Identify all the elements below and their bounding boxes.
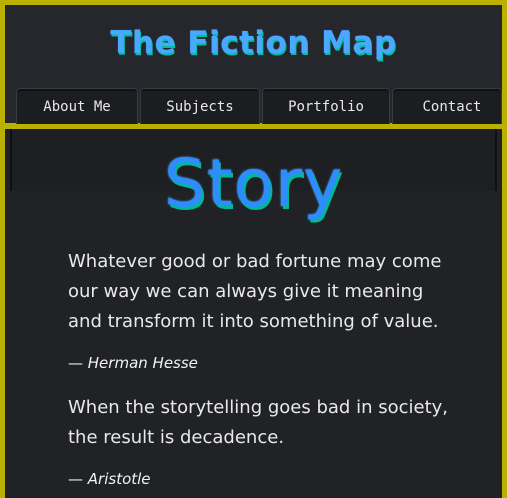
- quote-author: Herman Hesse: [87, 354, 198, 372]
- quote-text: When the storytelling goes bad in societ…: [68, 397, 449, 448]
- nav-contact-button[interactable]: Contact: [392, 88, 502, 126]
- nav-portfolio-button[interactable]: Portfolio: [262, 88, 390, 126]
- site-header: The Fiction Map About Me Subjects Portfo…: [0, 0, 507, 128]
- nav-subjects-button[interactable]: Subjects: [140, 88, 260, 126]
- page-heading: Story: [163, 145, 344, 222]
- nav-about-me-button[interactable]: About Me: [16, 88, 138, 126]
- site-title: The Fiction Map: [110, 25, 397, 61]
- quote-attribution: — Aristotle: [68, 470, 151, 488]
- quote-dash: —: [68, 354, 83, 372]
- quote-dash: —: [68, 470, 83, 488]
- quote-author: Aristotle: [87, 470, 151, 488]
- quote-attribution: — Herman Hesse: [68, 354, 198, 372]
- quote-text: Whatever good or bad fortune may come ou…: [68, 251, 442, 332]
- main-nav: About Me Subjects Portfolio Contact: [14, 88, 503, 126]
